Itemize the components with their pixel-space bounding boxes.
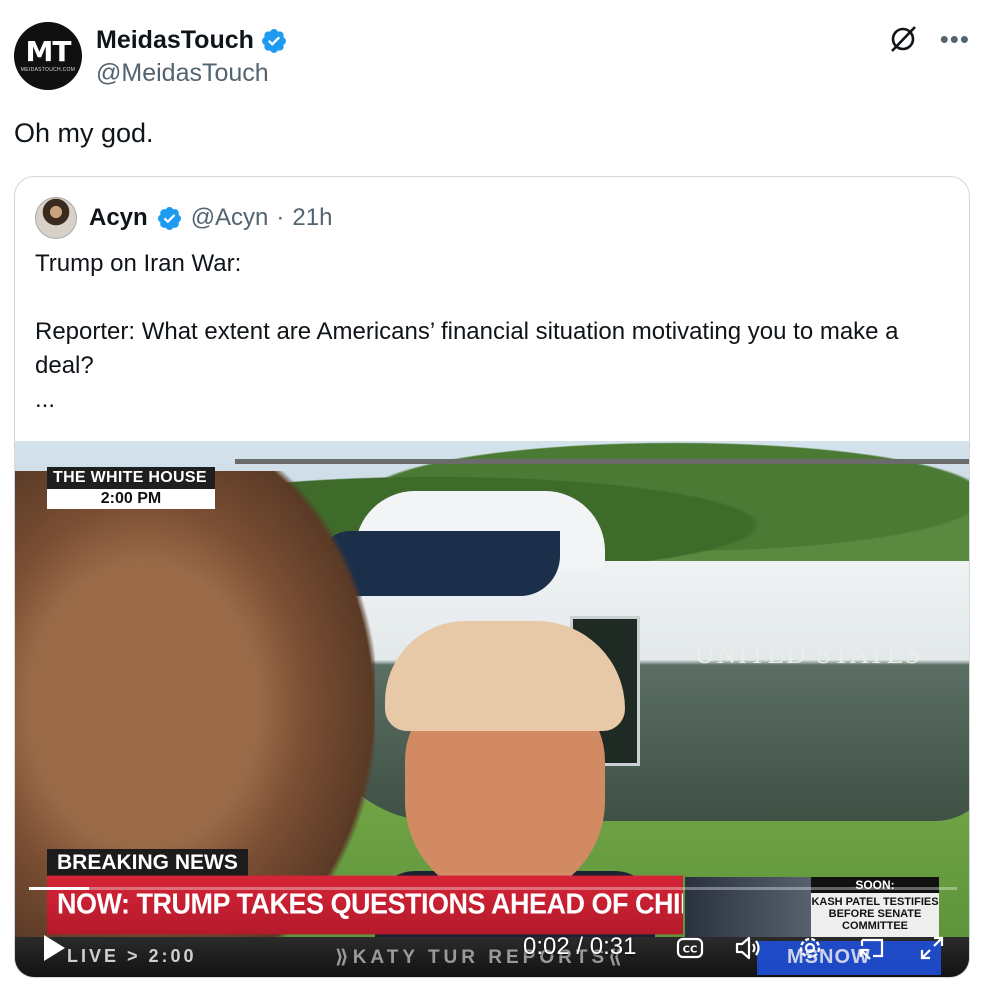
helicopter-rotor xyxy=(235,459,969,464)
play-icon[interactable] xyxy=(41,933,67,963)
video-time: 0:02 / 0:31 xyxy=(523,933,637,960)
quote-author-handle[interactable]: @Acyn xyxy=(191,204,269,232)
location-badge: THE WHITE HOUSE 2:00 PM xyxy=(47,467,215,509)
volume-icon[interactable] xyxy=(733,933,763,963)
author-avatar[interactable]: MT MEIDASTOUCH.COM xyxy=(14,22,82,90)
video-controls: 0:02 / 0:31 CC xyxy=(15,923,969,975)
soon-label: SOON: xyxy=(811,877,939,893)
avatar-subtext: MEIDASTOUCH.COM xyxy=(20,67,76,73)
quote-line: ... xyxy=(35,386,56,413)
quote-line: ​ xyxy=(35,281,935,315)
settings-icon[interactable] xyxy=(795,933,825,963)
author-name[interactable]: MeidasTouch xyxy=(96,26,254,55)
location-time: 2:00 PM xyxy=(47,489,215,509)
author-handle[interactable]: @MeidasTouch xyxy=(96,59,288,88)
picture-in-picture-icon[interactable] xyxy=(857,933,887,963)
quote-author-name[interactable]: Acyn xyxy=(89,204,148,232)
quote-separator: · xyxy=(276,204,285,231)
quote-line: Reporter: What extent are Americans’ fin… xyxy=(35,318,906,379)
top-actions: ••• xyxy=(888,24,970,54)
tweet-text: Oh my god. xyxy=(14,118,154,148)
video-progress-fill xyxy=(29,887,89,890)
fullscreen-icon[interactable] xyxy=(917,933,947,963)
grok-icon[interactable] xyxy=(888,24,918,54)
avatar-initials: MT xyxy=(25,35,72,68)
quote-avatar[interactable] xyxy=(35,197,77,239)
quoted-tweet[interactable]: Acyn @Acyn · 21h Trump on Iran War: ​ Re… xyxy=(14,176,970,978)
quote-line: Trump on Iran War: xyxy=(35,250,242,277)
breaking-news-label: BREAKING NEWS xyxy=(47,849,248,877)
more-icon[interactable]: ••• xyxy=(940,24,970,54)
speaker-hair xyxy=(385,621,625,731)
tweet: MT MEIDASTOUCH.COM MeidasTouch @MeidasTo… xyxy=(0,0,990,1000)
video-player[interactable]: UNITED STATES THE WHITE HOUSE 2:00 PM BR… xyxy=(15,441,969,977)
helicopter-marking: UNITED STATES xyxy=(695,639,923,669)
quote-time[interactable]: 21h xyxy=(292,204,332,232)
author-block: MeidasTouch @MeidasTouch xyxy=(96,26,288,88)
quote-text: Trump on Iran War: ​ Reporter: What exte… xyxy=(35,247,935,417)
verified-badge-icon xyxy=(157,206,181,230)
captions-icon[interactable]: CC xyxy=(675,933,705,963)
quote-header: Acyn @Acyn · 21h xyxy=(35,197,332,239)
verified-badge-icon[interactable] xyxy=(260,27,288,55)
video-progress-bar[interactable] xyxy=(29,887,957,890)
svg-text:CC: CC xyxy=(683,945,698,956)
location-label: THE WHITE HOUSE xyxy=(47,467,215,489)
